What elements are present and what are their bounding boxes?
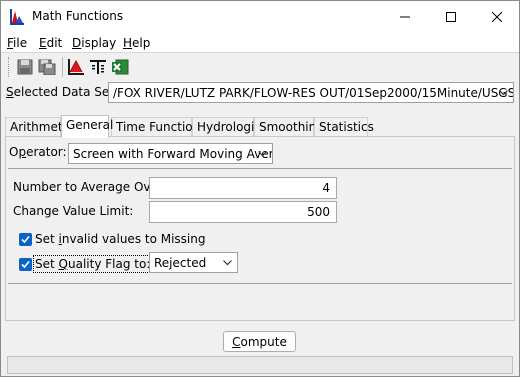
checkmark-icon bbox=[21, 235, 30, 244]
close-icon bbox=[492, 11, 502, 22]
menu-help[interactable]: Help bbox=[123, 36, 150, 50]
change-limit-label: Change Value Limit: bbox=[13, 204, 134, 218]
title-bar: Math Functions bbox=[1, 1, 519, 33]
chevron-down-icon bbox=[223, 260, 232, 266]
tab-statistics[interactable]: Statistics bbox=[314, 117, 374, 137]
save-button[interactable] bbox=[15, 57, 35, 77]
selected-data-set-label: Selected Data Set: bbox=[6, 85, 119, 99]
invalid-missing-label: Set invalid values to Missing bbox=[35, 232, 206, 246]
quality-flag-label: Set Quality Flag to: bbox=[32, 255, 153, 273]
general-tab-panel: Operator: Screen with Forward Moving Ave… bbox=[5, 136, 515, 321]
tab-arithmetic[interactable]: Arithmetic bbox=[5, 117, 73, 137]
invalid-missing-checkbox[interactable] bbox=[19, 233, 32, 246]
plot-icon bbox=[68, 59, 84, 75]
selected-data-set-value: /FOX RIVER/LUTZ PARK/FLOW-RES OUT/01Sep2… bbox=[113, 85, 514, 100]
quality-flag-checkbox[interactable] bbox=[19, 258, 32, 271]
maximize-button[interactable] bbox=[428, 1, 474, 32]
selected-data-set-dropdown[interactable]: /FOX RIVER/LUTZ PARK/FLOW-RES OUT/01Sep2… bbox=[108, 82, 514, 103]
tab-time-functions[interactable]: Time Functions bbox=[111, 117, 206, 137]
average-over-field[interactable]: 4 bbox=[149, 177, 337, 199]
menu-bar: File Edit Display Help bbox=[1, 33, 519, 53]
menu-file[interactable]: File bbox=[7, 36, 27, 50]
window-title: Math Functions bbox=[32, 9, 124, 23]
divider bbox=[8, 283, 512, 284]
operator-value: Screen with Forward Moving Average bbox=[73, 146, 272, 161]
menu-edit[interactable]: Edit bbox=[39, 36, 62, 50]
quality-flag-value: Rejected bbox=[154, 255, 207, 270]
change-limit-field[interactable]: 500 bbox=[149, 201, 337, 223]
tab-hydrologic[interactable]: Hydrologic bbox=[192, 117, 261, 137]
excel-button[interactable] bbox=[110, 57, 130, 77]
toolbar-grip[interactable] bbox=[8, 57, 10, 77]
save-as-button[interactable] bbox=[37, 57, 57, 77]
tab-general[interactable]: General bbox=[61, 115, 113, 138]
tab-smoothing[interactable]: Smoothing bbox=[254, 117, 324, 137]
chevron-down-icon bbox=[258, 151, 267, 157]
plot-button[interactable] bbox=[66, 57, 86, 77]
maximize-icon bbox=[446, 11, 456, 22]
tabulate-button[interactable] bbox=[88, 57, 108, 77]
save-icon bbox=[17, 59, 33, 75]
close-button[interactable] bbox=[474, 1, 520, 32]
excel-icon bbox=[112, 59, 129, 75]
save-as-icon bbox=[38, 59, 56, 75]
operator-dropdown[interactable]: Screen with Forward Moving Average bbox=[68, 143, 273, 164]
toolbar bbox=[1, 54, 519, 80]
compute-button[interactable]: Compute bbox=[223, 331, 296, 352]
minimize-icon bbox=[400, 16, 410, 17]
quality-flag-dropdown[interactable]: Rejected bbox=[149, 252, 238, 273]
average-over-label: Number to Average Over: bbox=[13, 180, 167, 194]
app-icon bbox=[10, 9, 24, 25]
chevron-down-icon bbox=[499, 90, 508, 96]
tabulate-icon bbox=[90, 60, 106, 74]
compute-button-label: Compute bbox=[232, 334, 287, 349]
math-functions-window: Math Functions File Edit Display Help Se… bbox=[0, 0, 520, 377]
toolbar-separator bbox=[62, 57, 63, 77]
status-bar bbox=[7, 356, 513, 374]
checkmark-icon bbox=[21, 260, 30, 269]
minimize-button[interactable] bbox=[382, 1, 428, 32]
divider bbox=[8, 168, 512, 169]
menu-display[interactable]: Display bbox=[72, 36, 116, 50]
operator-label: Operator: bbox=[9, 145, 67, 159]
